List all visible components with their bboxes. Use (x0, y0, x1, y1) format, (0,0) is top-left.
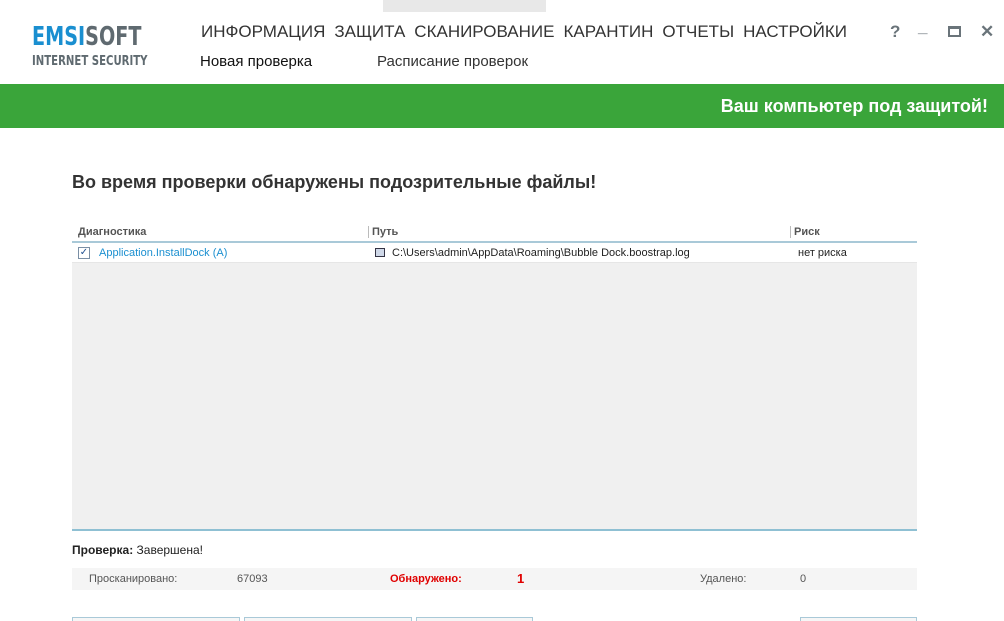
action-button-4[interactable] (800, 617, 917, 621)
scan-status: Проверка: Завершена! (72, 543, 203, 557)
scanned-count: 67093 (237, 573, 268, 585)
logo-subtitle: INTERNET SECURITY (32, 54, 148, 69)
action-button-3[interactable] (416, 617, 533, 621)
active-tab-indicator (383, 0, 546, 12)
subnav-new-scan[interactable]: Новая проверка (200, 53, 312, 70)
nav-quarantine[interactable]: КАРАНТИН (563, 22, 653, 42)
logo: EMSISOFT (32, 22, 142, 52)
close-icon[interactable]: ✕ (980, 22, 994, 42)
maximize-icon[interactable] (948, 26, 961, 37)
minimize-icon[interactable]: _ (918, 17, 927, 37)
page-title: Во время проверки обнаружены подозритель… (72, 172, 597, 192)
row-checkbox[interactable]: ✓ (78, 247, 90, 259)
deleted-count: 0 (800, 573, 807, 585)
action-button-2[interactable] (244, 617, 412, 621)
nav-scan[interactable]: СКАНИРОВАНИЕ (414, 22, 554, 42)
results-list: ✓ Application.InstallDock (A) C:\Users\a… (72, 243, 917, 531)
file-path: C:\Users\admin\AppData\Roaming\Bubble Do… (392, 247, 690, 259)
col-path[interactable]: Путь (368, 226, 398, 238)
col-diagnosis[interactable]: Диагностика (78, 226, 146, 238)
scan-stats: Просканировано: 67093 Обнаружено: 1 Удал… (72, 568, 917, 590)
found-count: 1 (517, 571, 525, 586)
table-header: Диагностика Путь Риск (72, 224, 917, 243)
subnav-schedule[interactable]: Расписание проверок (377, 53, 528, 70)
nav-reports[interactable]: ОТЧЕТЫ (662, 22, 734, 42)
col-risk[interactable]: Риск (790, 226, 820, 238)
help-icon[interactable]: ? (890, 22, 900, 42)
status-banner: Ваш компьютер под защитой! (0, 84, 1004, 128)
table-row[interactable]: ✓ Application.InstallDock (A) C:\Users\a… (72, 243, 917, 263)
file-icon (375, 248, 385, 257)
action-button-1[interactable] (72, 617, 240, 621)
nav-protection[interactable]: ЗАЩИТА (334, 22, 405, 42)
main-nav: ИНФОРМАЦИЯ ЗАЩИТА СКАНИРОВАНИЕ КАРАНТИН … (201, 22, 847, 42)
detection-name[interactable]: Application.InstallDock (A) (99, 247, 227, 259)
nav-info[interactable]: ИНФОРМАЦИЯ (201, 22, 325, 42)
risk-level: нет риска (798, 247, 847, 259)
nav-settings[interactable]: НАСТРОЙКИ (743, 22, 847, 42)
